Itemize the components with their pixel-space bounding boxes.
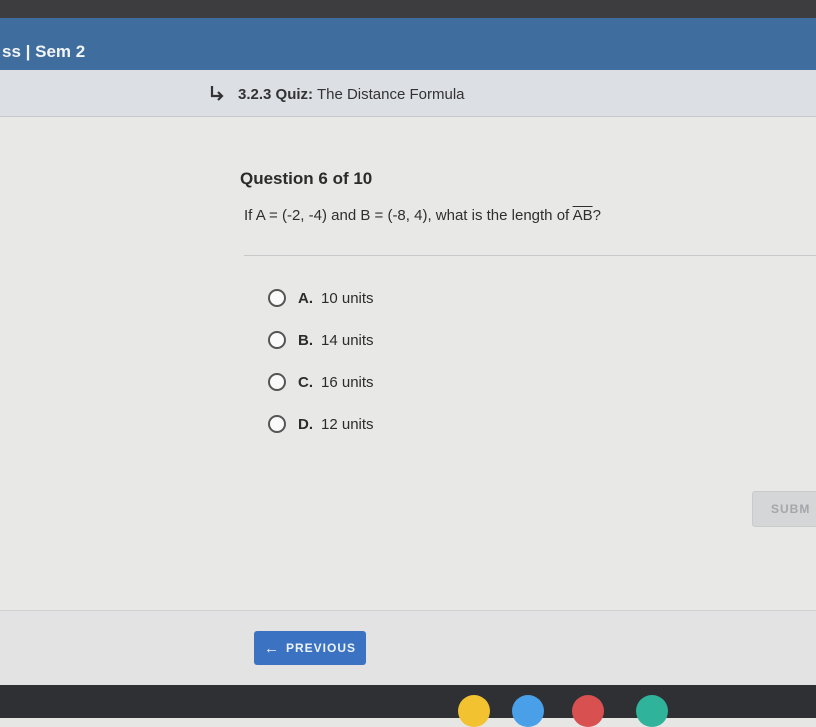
option-letter: D. [298, 415, 313, 433]
question-text: If A = (-2, -4) and B = (-8, 4), what is… [244, 207, 601, 224]
quiz-title: 3.2.3 Quiz: The Distance Formula [238, 86, 465, 103]
play-icon[interactable] [636, 695, 668, 727]
quiz-header: 3.2.3 Quiz: The Distance Formula [0, 70, 816, 117]
option-letter: C. [298, 373, 313, 391]
question-counter: Question 6 of 10 [240, 169, 373, 188]
quiz-footer: ← PREVIOUS [0, 610, 816, 686]
radio-button[interactable] [268, 415, 286, 433]
radio-button[interactable] [268, 289, 286, 307]
taskbar [0, 685, 816, 727]
question-suffix: , what is the length of [427, 207, 570, 224]
option-letter: B. [298, 331, 313, 349]
radio-button[interactable] [268, 373, 286, 391]
previous-button[interactable]: ← PREVIOUS [254, 631, 366, 665]
option-b[interactable]: B. 14 units [268, 328, 374, 352]
previous-label: PREVIOUS [285, 641, 356, 655]
point-b: B = (-8, 4) [360, 207, 428, 224]
chrome-icon[interactable] [458, 695, 490, 727]
question-divider [244, 255, 816, 256]
app-icon[interactable] [512, 695, 544, 727]
left-arrow-icon: ← [263, 639, 280, 657]
option-c[interactable]: C. 16 units [268, 370, 374, 394]
option-letter: A. [298, 289, 313, 307]
option-text: 16 units [321, 373, 374, 391]
quiz-name: The Distance Formula [316, 86, 465, 103]
option-d[interactable]: D. 12 units [268, 412, 374, 436]
submit-button[interactable]: SUBM [752, 491, 816, 527]
question-and: and [331, 207, 357, 224]
quiz-label: Quiz: [275, 86, 314, 103]
quiz-number: 3.2.3 [238, 86, 272, 103]
window-top-strip [0, 0, 816, 18]
question-panel: Question 6 of 10 If A = (-2, -4) and B =… [0, 117, 816, 610]
option-text: 10 units [321, 289, 374, 307]
radio-button[interactable] [268, 331, 286, 349]
option-text: 14 units [321, 331, 374, 349]
course-header: ss | Sem 2 [0, 18, 816, 70]
option-a[interactable]: A. 10 units [268, 286, 374, 310]
question-mark: ? [592, 207, 601, 224]
segment-ab: AB [572, 207, 593, 224]
course-title: ss | Sem 2 [2, 42, 86, 61]
back-arrow-icon[interactable] [206, 82, 226, 102]
media-icon[interactable] [572, 695, 604, 727]
point-a: A = (-2, -4) [255, 207, 327, 224]
question-prefix: If [244, 207, 253, 224]
option-text: 12 units [321, 415, 374, 433]
